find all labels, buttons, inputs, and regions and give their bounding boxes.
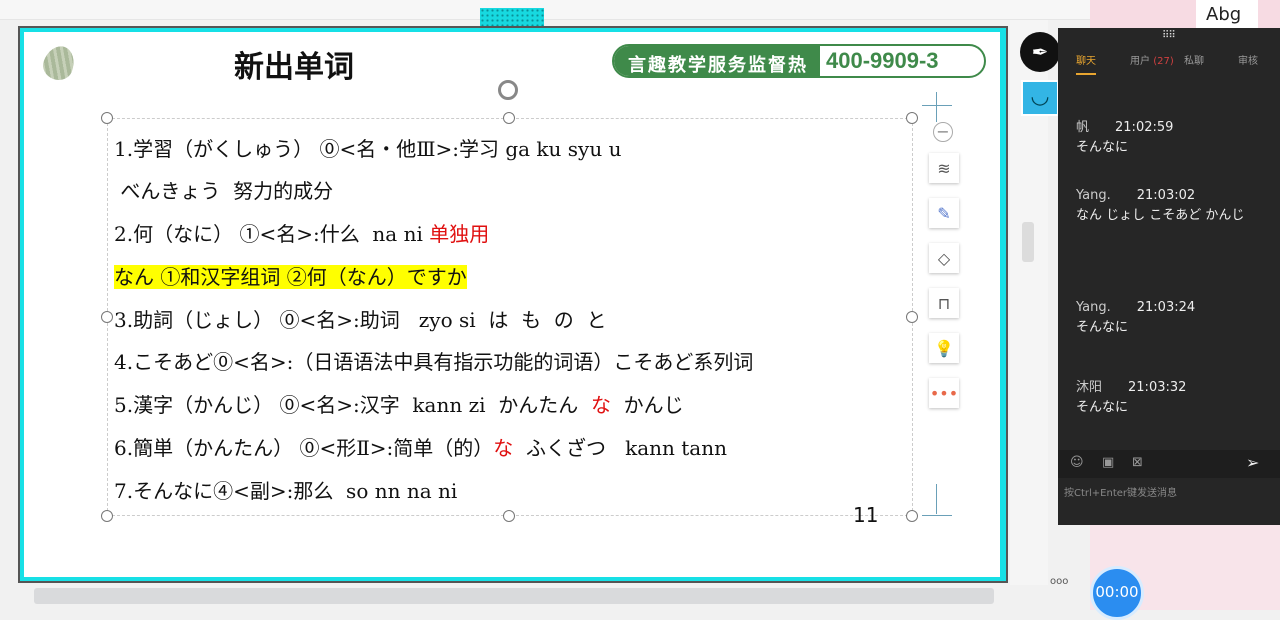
highlighted-text: なん ①和汉字组词 ②何（なん）ですか xyxy=(114,265,467,289)
line-text: 1.学習（がくしゅう） ⓪<名・他Ⅲ>:学习 ga ku syu u xyxy=(114,137,622,161)
emoji-icon[interactable]: ☺ xyxy=(1070,455,1084,470)
message-user: 帆 xyxy=(1076,120,1090,135)
line-text: 2.何（なに） ①<名>:什么 na ni xyxy=(114,222,430,246)
screenshot-icon[interactable]: ⊠ xyxy=(1132,455,1143,470)
highlight-red-text: な xyxy=(590,393,611,417)
message-text: そんなに xyxy=(1076,400,1129,415)
tab-users[interactable]: 用户 (27) xyxy=(1130,52,1174,67)
tab-chat[interactable]: 聊天 xyxy=(1076,52,1096,75)
message-text: そんなに xyxy=(1076,320,1129,335)
image-icon[interactable]: ▣ xyxy=(1102,455,1114,470)
tab-users-label: 用户 xyxy=(1130,56,1150,67)
crosshair-icon xyxy=(922,105,952,106)
chat-input[interactable]: 按Ctrl+Enter键发送消息 xyxy=(1064,484,1177,499)
pen-icon[interactable]: ✒ xyxy=(1020,32,1060,72)
line-text: 6.簡単（かんたん） ⓪<形Ⅱ>:简单（的） xyxy=(114,436,494,460)
tab-private[interactable]: 私聊 xyxy=(1184,52,1204,67)
line-text: 5.漢字（かんじ） ⓪<名>:汉字 kann zi かんたん xyxy=(114,393,591,417)
chat-message: Yang. 21:03:02 なん じょし こそあど かんじ xyxy=(1076,188,1266,225)
chat-message: 沐阳 21:03:32 そんなに xyxy=(1076,376,1266,417)
chat-message: 帆 21:02:59 そんなに xyxy=(1076,116,1266,157)
vocab-line: 3.助詞（じょし） ⓪<名>:助词 zyo si は も の と xyxy=(114,305,607,335)
crosshair-icon xyxy=(936,92,937,122)
tab-review[interactable]: 审核 xyxy=(1238,52,1258,67)
line-text: かんじ xyxy=(610,393,684,417)
vocab-line: 6.簡単（かんたん） ⓪<形Ⅱ>:简单（的）な ふくざつ kann tann xyxy=(114,433,727,463)
resize-handle[interactable] xyxy=(101,112,113,124)
page-number: 11 xyxy=(853,503,879,527)
crosshair-icon xyxy=(922,515,952,516)
vocab-line: なん ①和汉字组词 ②何（なん）ですか xyxy=(114,262,467,292)
message-time: 21:03:24 xyxy=(1136,300,1196,315)
resize-handle[interactable] xyxy=(101,510,113,522)
hotline-banner: 言趣教学服务监督热线 400-9909-3 xyxy=(612,44,986,78)
resize-handle[interactable] xyxy=(906,510,918,522)
resize-handle[interactable] xyxy=(906,311,918,323)
timer-button[interactable]: 00:00 xyxy=(1090,566,1144,620)
more-tools-icon[interactable]: ••• xyxy=(929,378,959,408)
line-text: べんきょう 努力的成分 xyxy=(114,179,334,203)
vocab-line: 5.漢字（かんじ） ⓪<名>:汉字 kann zi かんたん な かんじ xyxy=(114,390,684,420)
vertical-scroll-thumb[interactable] xyxy=(1022,222,1034,262)
vocab-line: 1.学習（がくしゅう） ⓪<名・他Ⅲ>:学习 ga ku syu u xyxy=(114,134,621,164)
user-count-badge: (27) xyxy=(1153,56,1174,67)
hotline-label: 言趣教学服务监督热线 xyxy=(614,46,820,76)
smile-icon[interactable]: ◡ xyxy=(1021,80,1059,116)
drag-grip-icon[interactable]: ⠿⠿ xyxy=(1162,30,1176,41)
chat-message: Yang. 21:03:24 そんなに xyxy=(1076,300,1266,337)
highlight-red-text: な xyxy=(493,436,514,460)
resize-handle[interactable] xyxy=(503,510,515,522)
zoom-out-icon[interactable]: − xyxy=(933,122,953,142)
line-text: 7.そんなに④<副>:那么 so nn na ni xyxy=(114,479,458,503)
message-time: 21:03:32 xyxy=(1128,380,1187,395)
rotate-handle-icon[interactable] xyxy=(498,80,518,100)
brush-icon[interactable]: ✎ xyxy=(929,198,959,228)
hotline-number: 400-9909-3 xyxy=(826,48,939,73)
lightbulb-icon[interactable]: 💡 xyxy=(929,333,959,363)
vocab-line: 7.そんなに④<副>:那么 so nn na ni xyxy=(114,476,457,506)
vocab-line: 2.何（なに） ①<名>:什么 na ni 单独用 xyxy=(114,219,489,249)
horizontal-scrollbar[interactable] xyxy=(34,588,994,604)
line-text: 3.助詞（じょし） ⓪<名>:助词 zyo si は も の と xyxy=(114,308,607,332)
vocab-line: 4.こそあど⓪<名>:（日语语法中具有指示功能的词语）こそあど系列词 xyxy=(114,347,753,377)
slide-title: 新出单词 xyxy=(234,50,354,85)
layers-icon[interactable]: ≋ xyxy=(929,153,959,183)
message-user: Yang. xyxy=(1076,188,1111,203)
crosshair-icon xyxy=(936,484,937,514)
resize-handle[interactable] xyxy=(906,112,918,124)
frame-icon[interactable]: ⊓ xyxy=(929,288,959,318)
message-user: 沐阳 xyxy=(1076,380,1103,395)
message-text: なん じょし こそあど かんじ xyxy=(1076,208,1245,223)
eraser-icon[interactable]: ◇ xyxy=(929,243,959,273)
message-user: Yang. xyxy=(1076,300,1111,315)
highlight-red-text: 单独用 xyxy=(429,222,490,246)
resize-handle[interactable] xyxy=(101,311,113,323)
font-preview: Abg xyxy=(1196,0,1258,28)
send-icon[interactable]: ➢ xyxy=(1246,453,1259,472)
line-text: 4.こそあど⓪<名>:（日语语法中具有指示功能的词语）こそあど系列词 xyxy=(114,350,754,374)
message-time: 21:02:59 xyxy=(1115,120,1174,135)
more-button[interactable]: ooo xyxy=(1050,576,1068,587)
top-toolbar xyxy=(0,0,1090,20)
message-time: 21:03:02 xyxy=(1136,188,1196,203)
resize-handle[interactable] xyxy=(503,112,515,124)
vocab-line: べんきょう 努力的成分 xyxy=(114,176,333,206)
message-text: そんなに xyxy=(1076,140,1129,155)
line-text: ふくざつ kann tann xyxy=(513,436,727,460)
chat-input-toolbar: ☺ ▣ ⊠ ➢ xyxy=(1058,450,1280,478)
chat-tabs: 聊天 用户 (27) 私聊 审核 xyxy=(1058,52,1280,82)
